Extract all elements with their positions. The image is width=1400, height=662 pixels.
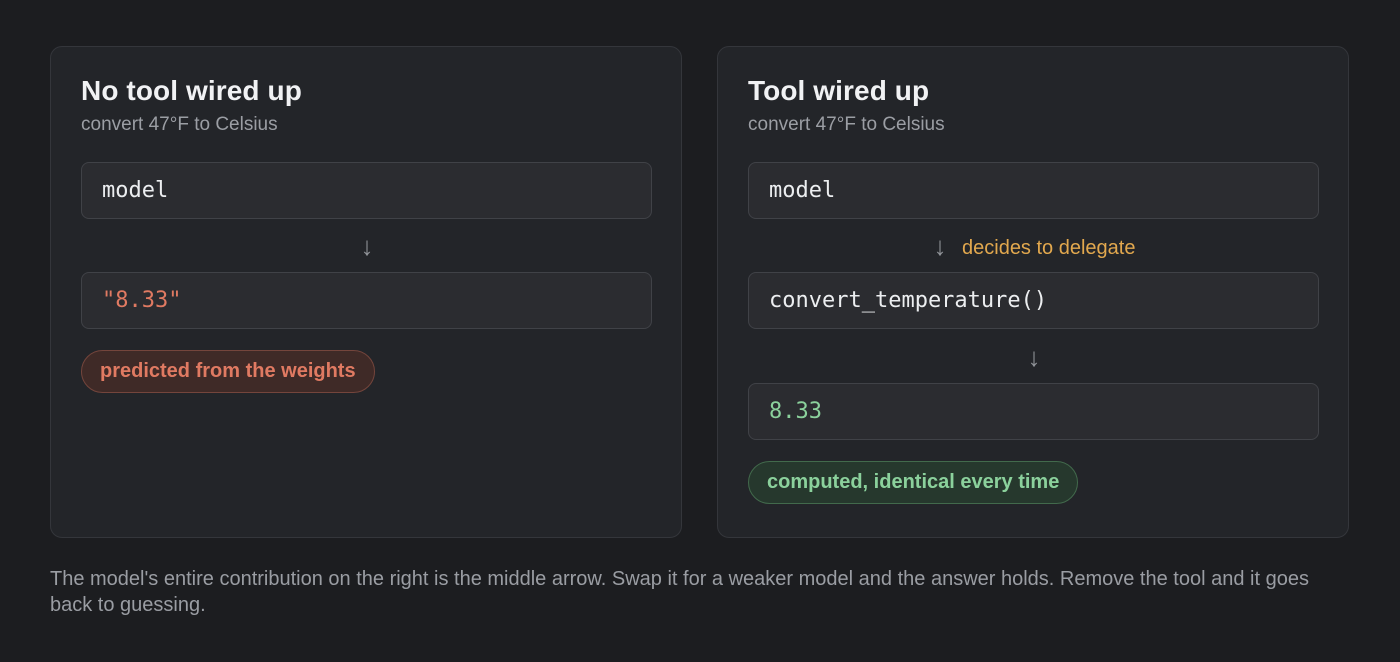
down-arrow-icon: ↓ (1027, 342, 1041, 372)
model-box: model (748, 162, 1319, 219)
down-arrow-icon: ↓ (360, 231, 374, 261)
panel-subtitle: convert 47°F to Celsius (748, 114, 945, 135)
panel-subtitle: convert 47°F to Celsius (81, 114, 278, 135)
computed-output-box: 8.33 (748, 383, 1319, 440)
down-arrow-icon: ↓ (933, 231, 947, 261)
caption: The model's entire contribution on the r… (50, 568, 1309, 616)
computed-badge: computed, identical every time (748, 461, 1079, 504)
delegate-note: decides to delegate (962, 237, 1136, 259)
model-box: model (81, 162, 652, 219)
no-tool-panel: No tool wired up convert 47°F to Celsius… (50, 46, 682, 538)
predicted-badge: predicted from the weights (81, 350, 375, 393)
tool-panel: Tool wired up convert 47°F to Celsius mo… (717, 46, 1349, 538)
predicted-output-box: "8.33" (81, 272, 652, 329)
tool-call-box: convert_temperature() (748, 272, 1319, 329)
panel-title: Tool wired up (748, 75, 930, 106)
panel-title: No tool wired up (81, 75, 302, 106)
